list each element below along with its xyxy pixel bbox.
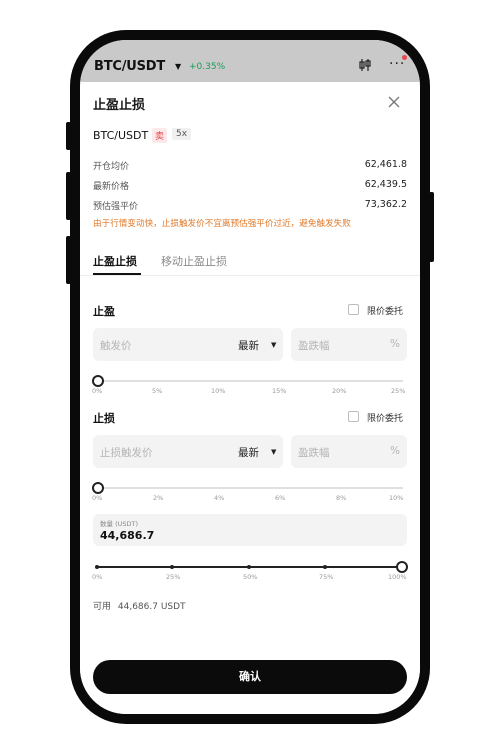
entry-price-value: 62,461.8 <box>364 159 407 170</box>
position-pair: BTC/USDT <box>93 129 149 142</box>
tp-slider-label: 25% <box>391 387 406 395</box>
liq-price-label: 预估强平价 <box>93 202 139 212</box>
quantity-input[interactable]: 数量 (USDT) 44,686.7 <box>93 514 407 546</box>
quantity-slider-tick[interactable] <box>323 565 327 569</box>
tp-limit-checkbox[interactable] <box>348 304 359 315</box>
quantity-slider-label: 50% <box>243 573 258 581</box>
quantity-slider-tick[interactable] <box>170 565 174 569</box>
sl-slider-track[interactable] <box>97 487 403 489</box>
sl-percent-unit: % <box>390 445 400 457</box>
sl-limit-label: 限价委托 <box>367 414 404 424</box>
tp-slider-label: 10% <box>211 387 226 395</box>
market-header: BTC/USDT ▼ +0.35% ··· <box>80 40 420 82</box>
chevron-down-icon[interactable]: ▼ <box>271 341 276 349</box>
confirm-button[interactable]: 确认 <box>93 660 407 694</box>
notification-dot <box>402 55 407 60</box>
quantity-slider-label: 100% <box>388 573 407 581</box>
phone-side-button <box>429 192 434 262</box>
warning-text: 由于行情变动快，止损触发价不宜离预估强平价过近，避免触发失败 <box>93 219 351 229</box>
sl-slider-label: 2% <box>153 494 164 502</box>
tp-percent-input[interactable]: 盈跌幅 % <box>291 328 407 361</box>
tp-slider-label: 0% <box>92 387 103 395</box>
pair-dropdown-icon[interactable]: ▼ <box>175 62 181 71</box>
quantity-slider-handle[interactable] <box>396 561 408 573</box>
sl-trigger-price-input[interactable]: 止损触发价 最新 ▼ <box>93 435 283 468</box>
phone-side-button <box>66 236 71 284</box>
leverage-badge: 5x <box>172 128 192 140</box>
sl-price-type-select[interactable]: 最新 <box>238 445 259 460</box>
tp-sl-sheet: 止盈止损 BTC/USDT 卖 5x 开仓均价 62,461.8 最新价格 62… <box>80 82 420 714</box>
entry-price-label: 开仓均价 <box>93 162 130 172</box>
tab-tp-sl[interactable]: 止盈止损 <box>93 253 137 269</box>
take-profit-title: 止盈 <box>93 305 115 318</box>
phone-side-button <box>66 122 71 150</box>
sl-slider-label: 8% <box>336 494 347 502</box>
quantity-slider-tick[interactable] <box>247 565 251 569</box>
available-balance: 可用 44,686.7 USDT <box>93 599 186 612</box>
close-icon[interactable] <box>387 89 401 114</box>
liq-price-value: 73,362.2 <box>364 199 407 210</box>
sl-limit-checkbox[interactable] <box>348 411 359 422</box>
tp-slider-handle[interactable] <box>92 375 104 387</box>
chevron-down-icon[interactable]: ▼ <box>271 448 276 456</box>
price-change: +0.35% <box>189 62 226 72</box>
stop-loss-title: 止损 <box>93 412 115 425</box>
tp-percent-placeholder: 盈跌幅 <box>298 340 330 352</box>
available-value: 44,686.7 USDT <box>117 602 186 612</box>
phone-side-button <box>66 172 71 220</box>
sl-percent-input[interactable]: 盈跌幅 % <box>291 435 407 468</box>
last-price-value: 62,439.5 <box>364 179 407 190</box>
tp-price-type-select[interactable]: 最新 <box>238 338 259 353</box>
sl-slider-label: 6% <box>275 494 286 502</box>
side-badge: 卖 <box>152 128 168 143</box>
tp-trigger-price-input[interactable]: 触发价 最新 ▼ <box>93 328 283 361</box>
tab-trailing-tp-sl[interactable]: 移动止盈止损 <box>161 253 227 269</box>
sl-slider-label: 0% <box>92 494 103 502</box>
tp-slider-label: 20% <box>332 387 347 395</box>
quantity-slider-tick[interactable] <box>95 565 99 569</box>
sl-trigger-placeholder: 止损触发价 <box>100 447 153 459</box>
quantity-slider-label: 75% <box>319 573 334 581</box>
sl-slider-label: 10% <box>389 494 404 502</box>
quantity-label: 数量 (USDT) <box>100 520 138 528</box>
tp-limit-label: 限价委托 <box>367 307 404 317</box>
candlestick-icon[interactable] <box>358 58 372 76</box>
tp-slider-label: 15% <box>272 387 287 395</box>
tp-slider-label: 5% <box>152 387 163 395</box>
sl-percent-placeholder: 盈跌幅 <box>298 447 330 459</box>
quantity-slider-label: 0% <box>92 573 103 581</box>
tp-percent-unit: % <box>390 338 400 350</box>
quantity-value: 44,686.7 <box>100 529 155 542</box>
sl-slider-handle[interactable] <box>92 482 104 494</box>
screen: BTC/USDT ▼ +0.35% ··· 止盈止损 BTC/USDT 卖 5x… <box>80 40 420 714</box>
tp-slider-track[interactable] <box>97 380 403 382</box>
available-label: 可用 <box>93 602 112 612</box>
pair-title[interactable]: BTC/USDT <box>94 59 165 74</box>
sheet-title: 止盈止损 <box>93 98 146 113</box>
tabs-divider <box>80 275 420 276</box>
sl-slider-label: 4% <box>214 494 225 502</box>
quantity-slider-label: 25% <box>166 573 181 581</box>
tp-trigger-placeholder: 触发价 <box>100 340 132 352</box>
last-price-label: 最新价格 <box>93 182 130 192</box>
